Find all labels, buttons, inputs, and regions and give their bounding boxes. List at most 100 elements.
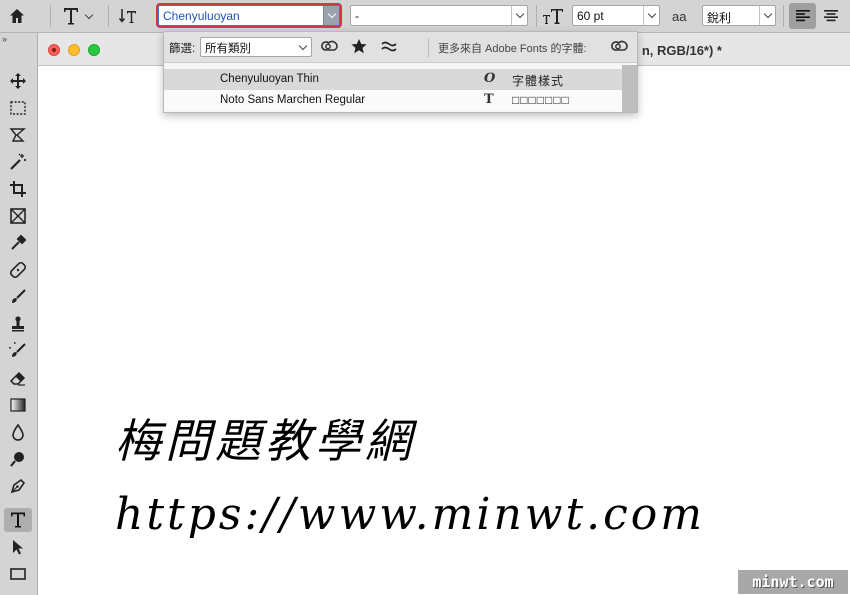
home-button[interactable] <box>8 4 42 28</box>
font-category-select[interactable]: 所有類別 <box>200 37 312 57</box>
favorites-filter-button[interactable] <box>350 38 370 56</box>
lasso-tool[interactable] <box>4 123 32 147</box>
font-list-scrollbar[interactable] <box>622 65 637 112</box>
bandage-icon <box>9 261 27 279</box>
chevron-down-icon <box>763 9 772 19</box>
antialias-dropdown-arrow[interactable] <box>759 6 775 25</box>
frame-icon <box>10 208 26 224</box>
type-tool-icon <box>11 512 25 528</box>
history-brush-tool[interactable] <box>4 339 32 363</box>
magic-wand-tool[interactable] <box>4 150 32 174</box>
pen-tool[interactable] <box>4 474 32 498</box>
font-sample: 字體樣式 <box>512 74 565 88</box>
font-filter-bar: 篩選: 所有類別 更多來自 Adobe Fonts 的字體: <box>164 32 637 63</box>
brush-tool[interactable] <box>4 285 32 309</box>
text-orientation-icon <box>118 9 136 23</box>
font-family-dropdown-arrow[interactable] <box>323 6 339 25</box>
font-name: Chenyuluoyan Thin <box>220 73 319 85</box>
antialias-icon-text: aa <box>672 8 687 24</box>
watermark: minwt.com <box>738 570 848 594</box>
font-list: Chenyuluoyan Thin O 字體樣式 Noto Sans March… <box>164 65 622 112</box>
marquee-tool[interactable] <box>4 96 32 120</box>
adobe-fonts-filter-button[interactable] <box>320 38 342 56</box>
arrow-pointer-icon <box>13 540 23 555</box>
tool-preset-picker[interactable] <box>62 4 100 28</box>
type-tool-icon <box>64 8 78 25</box>
history-brush-icon <box>9 342 26 357</box>
font-size-dropdown-arrow[interactable] <box>643 6 659 25</box>
font-size-icon <box>542 4 566 28</box>
gradient-tool[interactable] <box>4 393 32 417</box>
clone-stamp-tool[interactable] <box>4 312 32 336</box>
antialias-icon: aa <box>672 4 694 28</box>
crop-tool[interactable] <box>4 177 32 201</box>
chevron-down-icon <box>84 10 94 19</box>
pen-icon <box>10 478 26 494</box>
chevron-down-icon <box>647 9 656 19</box>
font-list-popup: 篩選: 所有類別 更多來自 Adobe Fonts 的字體: Chenyuluo… <box>163 31 638 113</box>
font-list-scroll-thumb[interactable] <box>622 65 637 112</box>
font-list-item[interactable]: Chenyuluoyan Thin O 字體樣式 <box>164 69 622 90</box>
similar-fonts-button[interactable] <box>380 38 400 56</box>
more-from-adobe-fonts-label: 更多來自 Adobe Fonts 的字體: <box>438 43 587 55</box>
creative-cloud-icon <box>321 40 338 51</box>
eraser-tool[interactable] <box>4 366 32 390</box>
gradient-icon <box>10 398 26 412</box>
brush-icon <box>12 289 26 303</box>
chevron-down-icon <box>515 9 524 19</box>
healing-brush-tool[interactable] <box>4 258 32 282</box>
canvas-text-line-1: 梅問題教學網 <box>115 414 415 468</box>
font-category-value: 所有類別 <box>205 43 251 55</box>
font-size-value: 60 pt <box>577 9 604 23</box>
antialias-value: 銳利 <box>707 11 732 25</box>
zoom-window-button[interactable] <box>88 44 100 56</box>
move-icon <box>10 73 26 89</box>
toggle-text-orientation-button[interactable] <box>118 4 144 28</box>
font-category-dropdown-arrow[interactable] <box>295 38 311 56</box>
font-style-select[interactable]: - <box>350 5 528 26</box>
minimize-window-button[interactable] <box>68 44 80 56</box>
font-family-select[interactable]: Chenyuluoyan <box>158 5 340 26</box>
marquee-icon <box>10 101 26 115</box>
options-bar: Chenyuluoyan - 60 pt aa 銳利 <box>0 0 850 33</box>
dodge-icon <box>10 452 24 467</box>
close-icon <box>52 48 56 52</box>
font-list-item[interactable]: Noto Sans Marchen Regular T □□□□□□□ <box>164 90 622 111</box>
align-left-icon <box>795 10 810 22</box>
font-family-value: Chenyuluoyan <box>163 9 240 23</box>
rectangle-tool[interactable] <box>4 562 32 586</box>
home-icon <box>10 9 24 23</box>
type-tool[interactable] <box>4 508 32 532</box>
font-style-value: - <box>355 9 359 23</box>
font-style-dropdown-arrow[interactable] <box>511 6 527 25</box>
font-size-select[interactable]: 60 pt <box>572 5 660 26</box>
align-center-icon <box>824 10 838 22</box>
antialias-select[interactable]: 銳利 <box>702 5 776 26</box>
panel-collapse-icon[interactable]: » <box>2 34 7 44</box>
eyedropper-icon <box>11 234 27 250</box>
rectangle-icon <box>10 568 26 580</box>
approximately-equal-icon <box>381 41 397 52</box>
star-icon <box>351 39 367 54</box>
dodge-tool[interactable] <box>4 447 32 471</box>
chevron-down-icon <box>327 9 336 19</box>
path-selection-tool[interactable] <box>4 535 32 559</box>
align-left-button[interactable] <box>789 3 816 29</box>
lasso-icon <box>9 128 26 142</box>
align-center-button[interactable] <box>819 4 843 28</box>
tools-panel: » <box>0 33 38 595</box>
move-tool[interactable] <box>4 69 32 93</box>
magic-wand-icon <box>10 153 26 170</box>
font-sample: □□□□□□□ <box>512 93 570 107</box>
droplet-icon <box>12 423 24 441</box>
canvas-text-line-2: https://www.minwt.com <box>115 489 705 540</box>
adobe-fonts-link-button[interactable] <box>610 38 632 56</box>
close-window-button[interactable] <box>48 44 60 56</box>
eyedropper-tool[interactable] <box>4 231 32 255</box>
blur-tool[interactable] <box>4 420 32 444</box>
canvas-text-layer[interactable]: 梅問題教學網 https://www.minwt.com <box>115 405 702 545</box>
document-title: n, RGB/16*) * <box>641 43 722 58</box>
eraser-icon <box>9 371 26 386</box>
truetype-font-icon: T <box>484 92 494 107</box>
frame-tool[interactable] <box>4 204 32 228</box>
